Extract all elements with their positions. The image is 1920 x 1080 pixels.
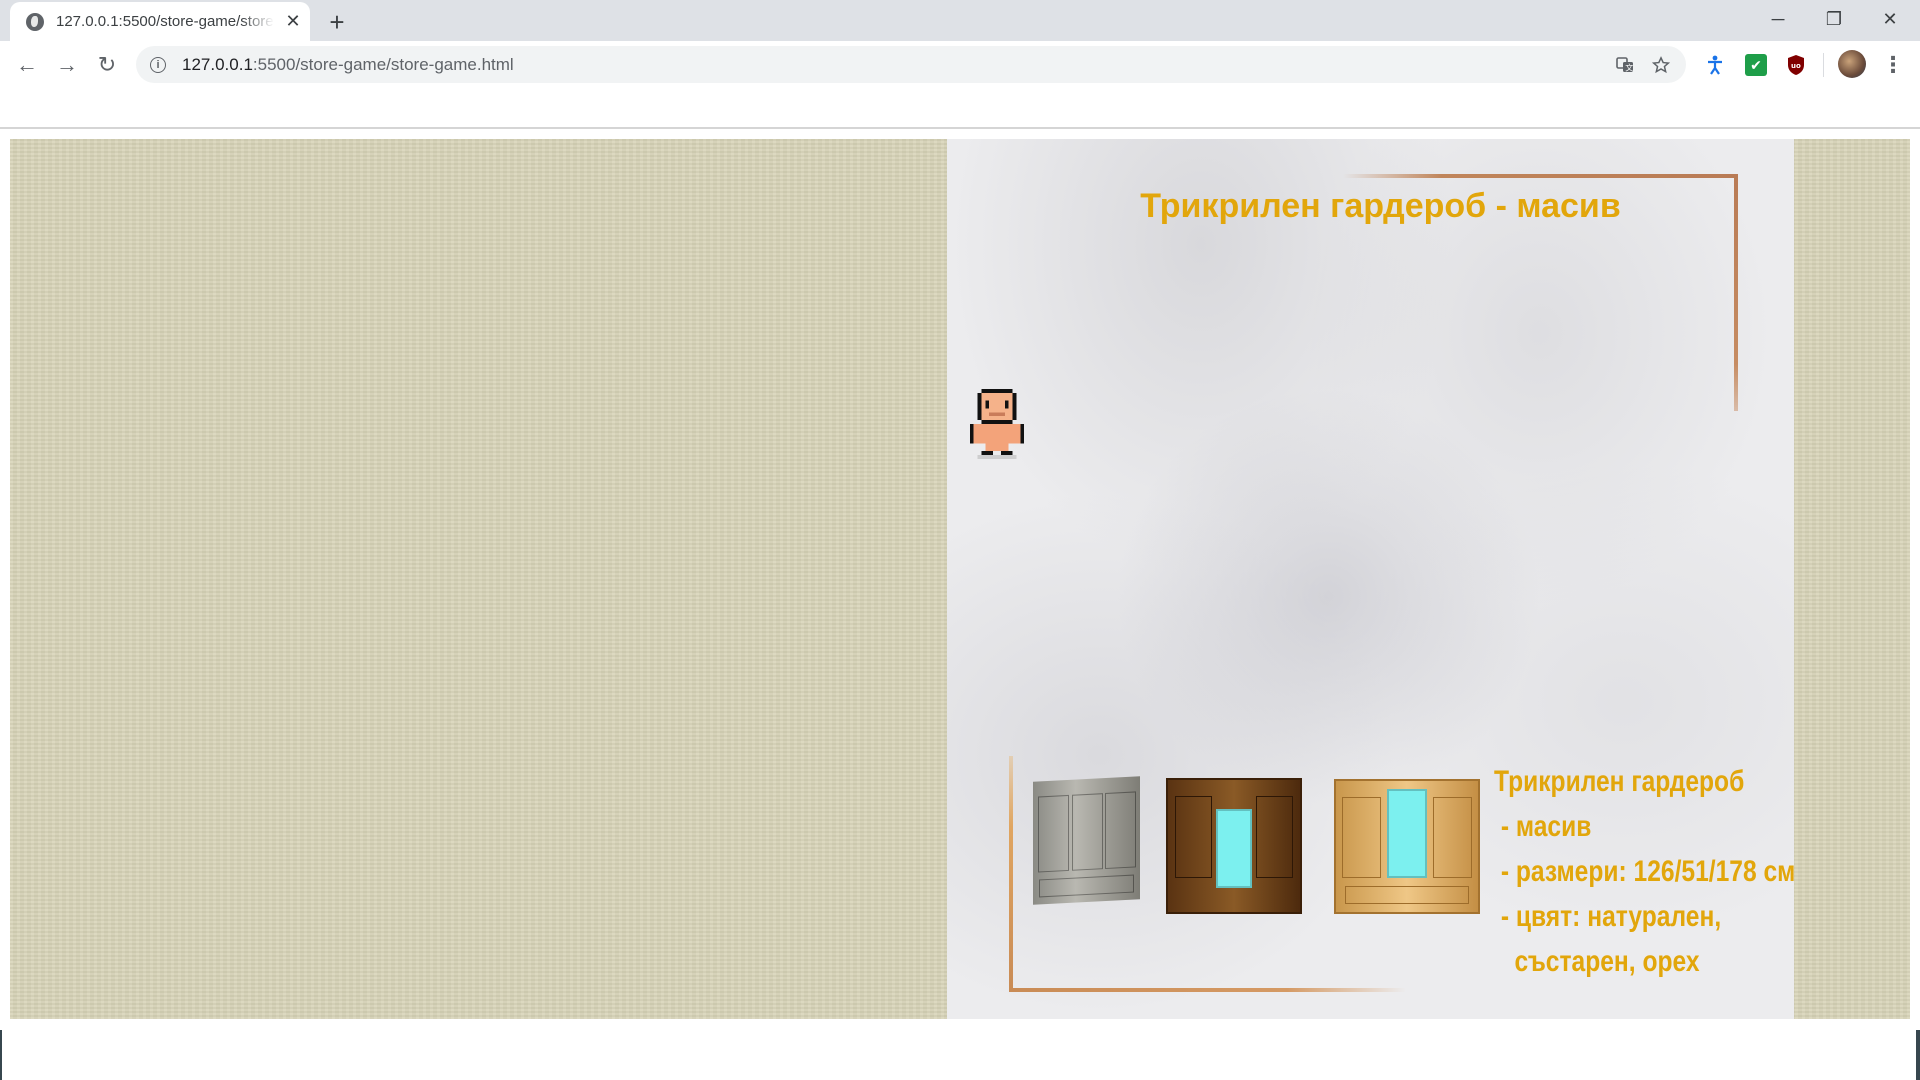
reload-button[interactable]: ↻: [91, 49, 123, 81]
product-color-options: състарен, орех: [1494, 945, 1700, 978]
globe-icon: [26, 12, 44, 31]
svg-text:文: 文: [1625, 63, 1633, 73]
wardrobe-drawer: [1344, 885, 1470, 905]
product-dimensions: - размери: 126/51/178 см.: [1494, 855, 1794, 888]
product-description: Трикрилен гардероб - масив - размери: 12…: [1494, 759, 1794, 984]
wardrobe-door: [1038, 794, 1070, 873]
site-info-icon[interactable]: i: [150, 56, 166, 73]
wardrobe-door: [1104, 791, 1136, 870]
forward-button[interactable]: →: [51, 49, 83, 81]
ublock-extension-icon[interactable]: uo: [1785, 54, 1807, 76]
frame-top-line: [1343, 174, 1737, 178]
scrollbar-thumb[interactable]: [1916, 1030, 1920, 1080]
tab-title: 127.0.0.1:5500/store-game/store-game.htm…: [56, 13, 274, 30]
wardrobe-mirror: [1387, 788, 1427, 878]
translate-icon[interactable]: 文: [1614, 54, 1636, 76]
minimize-button[interactable]: ─: [1750, 0, 1806, 38]
player-character[interactable]: [969, 389, 1025, 459]
page-edge-marker: [0, 1030, 2, 1080]
store-title: Трикрилен гардероб - масив: [1140, 187, 1621, 225]
tab-close-icon[interactable]: ✕: [282, 11, 304, 33]
wardrobe-door: [1174, 795, 1212, 878]
url-host: 127.0.0.1: [182, 54, 253, 74]
product-color: - цвят: натурален,: [1494, 900, 1722, 933]
svg-text:uo: uo: [1791, 62, 1801, 70]
frame-left-line: [1009, 756, 1013, 992]
toolbar-divider: [1823, 53, 1824, 77]
product-material: - масив: [1494, 810, 1592, 843]
browser-tab[interactable]: 127.0.0.1:5500/store-game/store-game.htm…: [10, 2, 310, 41]
url-text: 127.0.0.1:5500/store-game/store-game.htm…: [182, 55, 514, 75]
star-icon[interactable]: [1650, 54, 1672, 76]
frame-bottom-line: [1009, 988, 1406, 992]
wardrobe-drawer: [1039, 874, 1134, 898]
wardrobe-mirror: [1215, 809, 1253, 889]
wardrobe-walnut[interactable]: [1166, 778, 1302, 914]
tab-strip: 127.0.0.1:5500/store-game/store-game.htm…: [0, 0, 1920, 41]
bookmark-bar: [0, 88, 1920, 129]
wardrobe-door: [1256, 795, 1294, 878]
wardrobe-door: [1071, 792, 1103, 871]
avatar[interactable]: [1838, 50, 1866, 78]
browser-toolbar: ← → ↻ i 127.0.0.1:5500/store-game/store-…: [0, 41, 1920, 88]
accessibility-extension-icon[interactable]: [1704, 54, 1726, 76]
wardrobe-natural[interactable]: [1334, 779, 1480, 914]
close-window-button[interactable]: ✕: [1862, 0, 1918, 38]
store-room: Трикрилен гардероб - масив Трикрилен гар…: [947, 139, 1794, 1019]
restore-button[interactable]: ❐: [1806, 0, 1862, 38]
address-bar[interactable]: i 127.0.0.1:5500/store-game/store-game.h…: [136, 46, 1686, 83]
game-stage: Трикрилен гардероб - масив Трикрилен гар…: [10, 139, 1910, 1019]
menu-button[interactable]: ⋮: [1877, 49, 1909, 81]
wardrobe-door: [1432, 796, 1473, 878]
checkmark-extension-icon[interactable]: ✔: [1745, 54, 1767, 76]
wardrobe-door: [1341, 796, 1382, 878]
wardrobe-aged[interactable]: [1033, 776, 1140, 905]
back-button[interactable]: ←: [11, 49, 43, 81]
product-name: Трикрилен гардероб: [1494, 765, 1745, 798]
url-path: :5500/store-game/store-game.html: [252, 54, 514, 74]
new-tab-button[interactable]: +: [320, 7, 354, 37]
